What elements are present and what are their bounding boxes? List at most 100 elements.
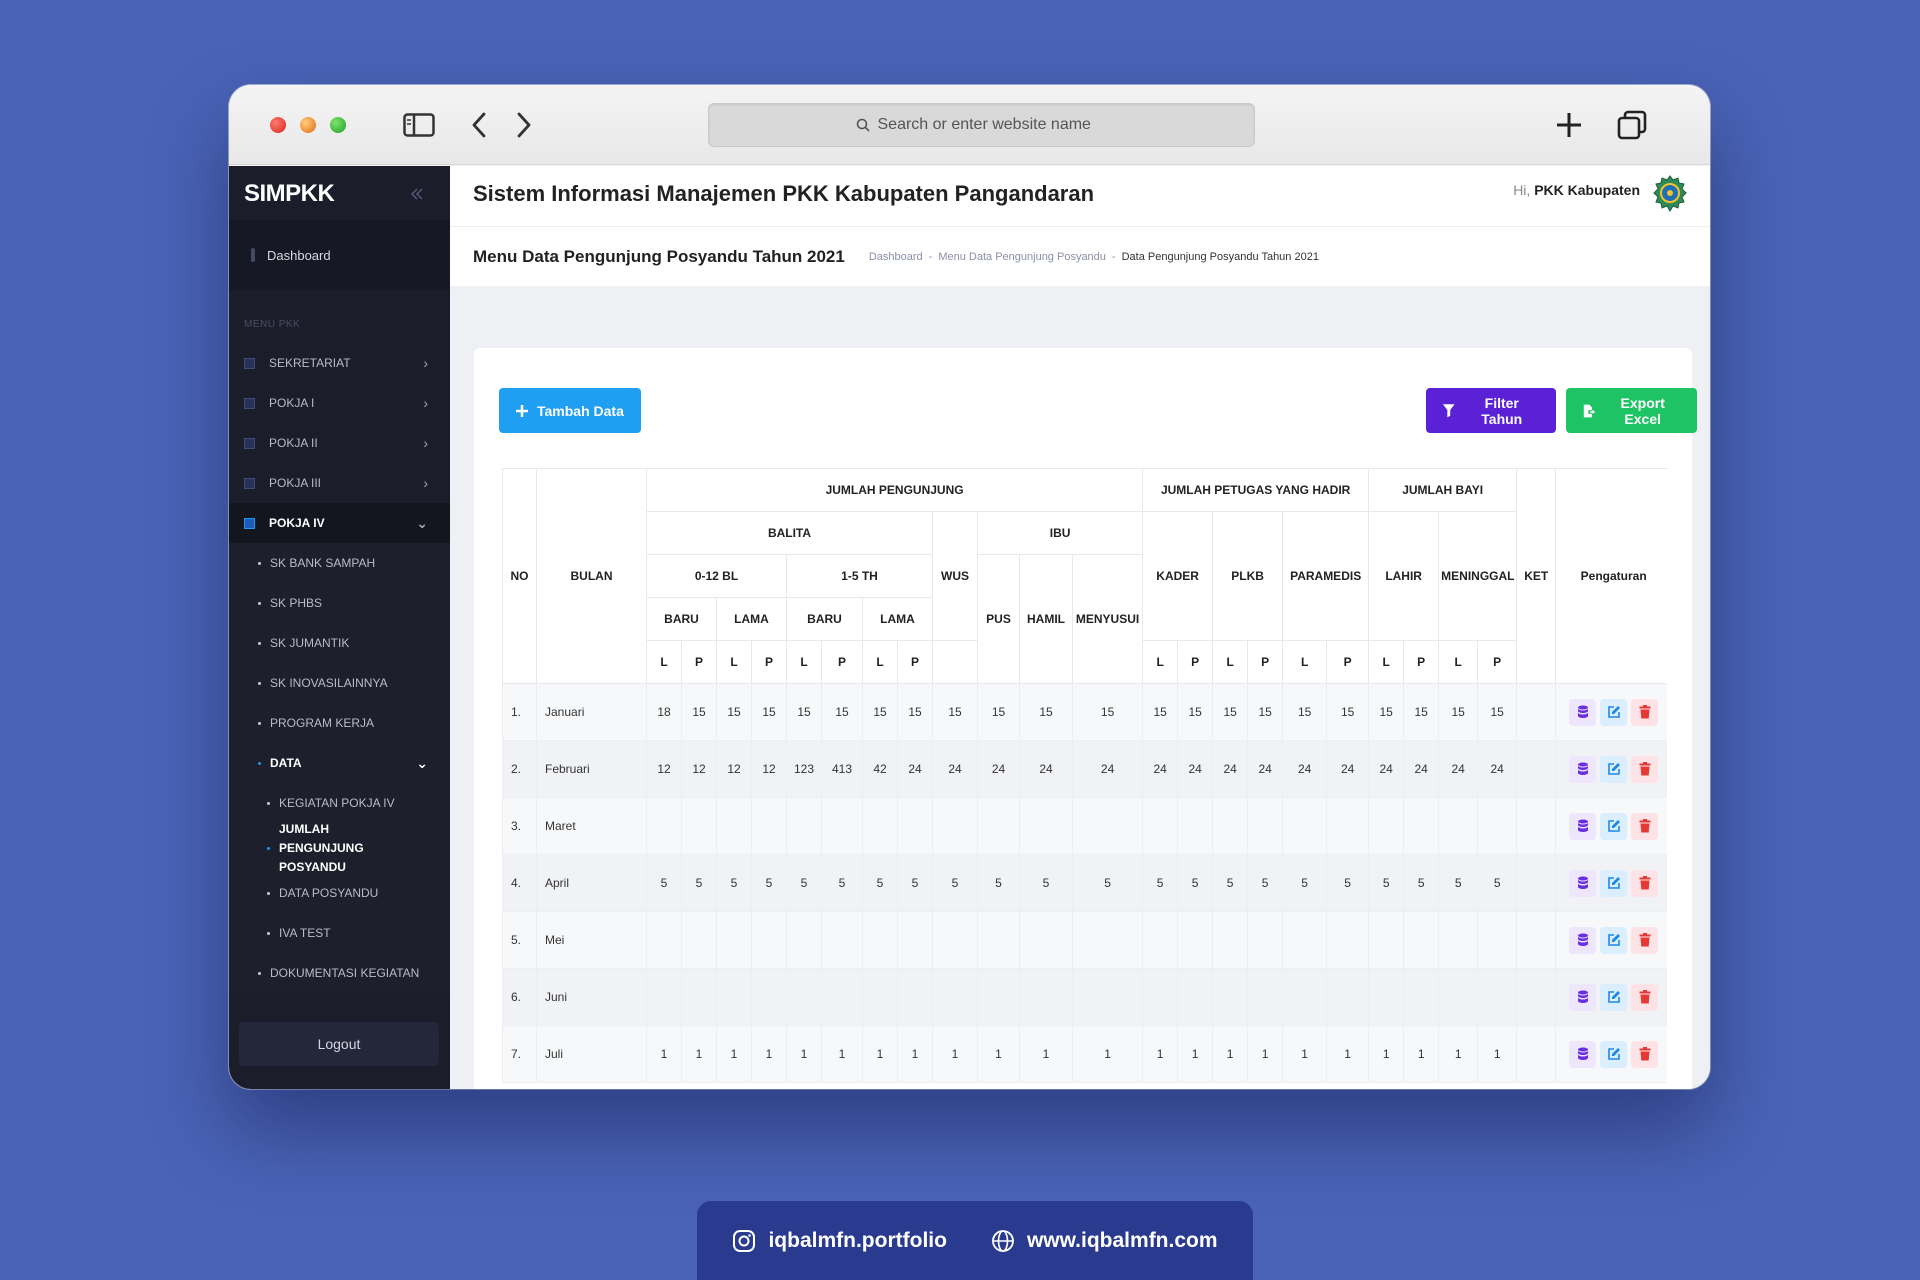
sidebar-subitem-iva-test[interactable]: IVA TEST bbox=[229, 913, 450, 953]
cell-value bbox=[821, 968, 863, 1026]
col-header-hamil: HAMIL bbox=[1019, 554, 1073, 684]
database-icon bbox=[1577, 933, 1588, 946]
sidebar-item-pokja-3[interactable]: POKJA III › bbox=[229, 463, 450, 503]
detail-button[interactable] bbox=[1569, 812, 1597, 840]
col-header-l: L bbox=[862, 640, 898, 684]
edit-button[interactable] bbox=[1600, 812, 1628, 840]
edit-button[interactable] bbox=[1600, 698, 1628, 726]
cell-value: 1 bbox=[977, 1025, 1020, 1083]
cell-value: 24 bbox=[977, 740, 1020, 798]
cell-value: 5 bbox=[932, 854, 978, 912]
sidebar-subitem-dokumentasi-kegiatan[interactable]: DOKUMENTASI KEGIATAN bbox=[229, 953, 450, 993]
detail-button[interactable] bbox=[1569, 983, 1597, 1011]
minimize-window-button[interactable] bbox=[300, 117, 316, 133]
sidebar-subitem-sk-jumantik[interactable]: SK JUMANTIK bbox=[229, 623, 450, 663]
edit-button[interactable] bbox=[1600, 869, 1628, 897]
edit-button[interactable] bbox=[1600, 755, 1628, 783]
breadcrumb-item-menu[interactable]: Menu Data Pengunjung Posyandu bbox=[938, 251, 1106, 263]
col-header-l: L bbox=[1368, 640, 1405, 684]
delete-button[interactable] bbox=[1631, 812, 1659, 840]
cell-value bbox=[1071, 968, 1144, 1026]
cell-value bbox=[1326, 911, 1370, 969]
sidebar-subitem-sk-phbs[interactable]: SK PHBS bbox=[229, 583, 450, 623]
edit-button[interactable] bbox=[1600, 1040, 1628, 1068]
cell-value: 5 bbox=[862, 854, 898, 912]
bullet-icon bbox=[267, 846, 270, 850]
export-excel-button[interactable]: Export Excel bbox=[1566, 388, 1697, 433]
cell-actions bbox=[1555, 911, 1667, 969]
detail-button[interactable] bbox=[1569, 755, 1597, 783]
cell-value bbox=[1177, 911, 1214, 969]
detail-button[interactable] bbox=[1569, 1040, 1597, 1068]
maximize-window-button[interactable] bbox=[330, 117, 346, 133]
cell-no: 3. bbox=[502, 797, 537, 855]
tab-overview-icon[interactable] bbox=[1617, 110, 1647, 140]
cell-value: 5 bbox=[786, 854, 822, 912]
collapse-sidebar-icon[interactable] bbox=[409, 186, 425, 202]
sidebar-subitem-kegiatan-pokja-4[interactable]: KEGIATAN POKJA IV bbox=[229, 783, 450, 823]
sidebar-subitem-program-kerja[interactable]: PROGRAM KERJA bbox=[229, 703, 450, 743]
browser-window: SIMPKK Dashboard MENU PKK SEKRETARIAT › … bbox=[229, 85, 1710, 1089]
sidebar-toggle-icon[interactable] bbox=[403, 113, 435, 137]
sidebar-item-sekretariat[interactable]: SEKRETARIAT › bbox=[229, 343, 450, 383]
detail-button[interactable] bbox=[1569, 698, 1597, 726]
delete-button[interactable] bbox=[1631, 869, 1659, 897]
greeting-prefix: Hi, bbox=[1513, 182, 1531, 198]
cell-value: 1 bbox=[786, 1025, 822, 1083]
website-link[interactable]: www.iqbalmfn.com bbox=[991, 1229, 1218, 1253]
page-title: Menu Data Pengunjung Posyandu Tahun 2021 bbox=[473, 246, 845, 266]
sidebar-subitem-data[interactable]: DATA ⌄ bbox=[229, 743, 450, 783]
col-header-p: P bbox=[1477, 640, 1518, 684]
delete-button[interactable] bbox=[1631, 698, 1659, 726]
delete-button[interactable] bbox=[1631, 755, 1659, 783]
cell-value: 24 bbox=[897, 740, 933, 798]
cell-value bbox=[716, 968, 752, 1026]
forward-icon[interactable] bbox=[514, 111, 534, 139]
detail-button[interactable] bbox=[1569, 926, 1597, 954]
delete-button[interactable] bbox=[1631, 926, 1659, 954]
sidebar-subitem-data-posyandu[interactable]: DATA POSYANDU bbox=[229, 873, 450, 913]
delete-button[interactable] bbox=[1631, 1040, 1659, 1068]
delete-button[interactable] bbox=[1631, 983, 1659, 1011]
table-body: 1. Januari 18 15 15 15 15 15 15 15 15 15 15 15 15 15 15 1… bbox=[502, 683, 1667, 1083]
cell-value: 15 bbox=[681, 683, 717, 741]
cell-value bbox=[977, 797, 1020, 855]
cell-value: 15 bbox=[1477, 683, 1518, 741]
cell-actions bbox=[1555, 797, 1667, 855]
user-greeting[interactable]: Hi, PKK Kabupaten bbox=[1513, 182, 1640, 198]
instagram-handle[interactable]: iqbalmfn.portfolio bbox=[732, 1229, 947, 1253]
address-bar[interactable] bbox=[708, 103, 1255, 147]
cell-value: 1 bbox=[716, 1025, 752, 1083]
trash-icon bbox=[1639, 876, 1651, 890]
filter-year-button[interactable]: Filter Tahun bbox=[1426, 388, 1556, 433]
cell-value: 15 bbox=[716, 683, 752, 741]
back-icon[interactable] bbox=[469, 111, 489, 139]
add-data-label: Tambah Data bbox=[537, 402, 624, 419]
col-header-l: L bbox=[1142, 640, 1179, 684]
col-header-l: L bbox=[1212, 640, 1249, 684]
close-window-button[interactable] bbox=[270, 117, 286, 133]
cell-value bbox=[897, 797, 933, 855]
breadcrumb-item-dashboard[interactable]: Dashboard bbox=[869, 251, 923, 263]
new-tab-icon[interactable] bbox=[1554, 110, 1584, 140]
address-input[interactable] bbox=[877, 116, 1108, 134]
cell-value bbox=[1019, 911, 1073, 969]
edit-button[interactable] bbox=[1600, 983, 1628, 1011]
sidebar-item-dashboard[interactable]: Dashboard bbox=[229, 220, 450, 290]
sidebar-subitem-sk-bank-sampah[interactable]: SK BANK SAMPAH bbox=[229, 543, 450, 583]
cell-value: 12 bbox=[681, 740, 717, 798]
sidebar-item-pokja-4[interactable]: POKJA IV ⌄ bbox=[229, 503, 450, 543]
logout-button[interactable]: Logout bbox=[239, 1022, 439, 1066]
brand-logo-text[interactable]: SIMPKK bbox=[244, 180, 335, 208]
edit-button[interactable] bbox=[1600, 926, 1628, 954]
edit-icon bbox=[1607, 934, 1620, 946]
add-data-button[interactable]: Tambah Data bbox=[499, 388, 641, 433]
sidebar-subitem-sk-inovasilainnya[interactable]: SK INOVASILAINNYA bbox=[229, 663, 450, 703]
sidebar-item-pokja-1[interactable]: POKJA I › bbox=[229, 383, 450, 423]
cell-value: 24 bbox=[1019, 740, 1073, 798]
detail-button[interactable] bbox=[1569, 869, 1597, 897]
cell-value: 5 bbox=[1326, 854, 1370, 912]
regency-emblem-icon[interactable] bbox=[1652, 174, 1688, 216]
sidebar-item-pokja-2[interactable]: POKJA II › bbox=[229, 423, 450, 463]
sidebar-subitem-jumlah-pengunjung-posyandu[interactable]: JUMLAH PENGUNJUNG POSYANDU bbox=[229, 822, 450, 874]
